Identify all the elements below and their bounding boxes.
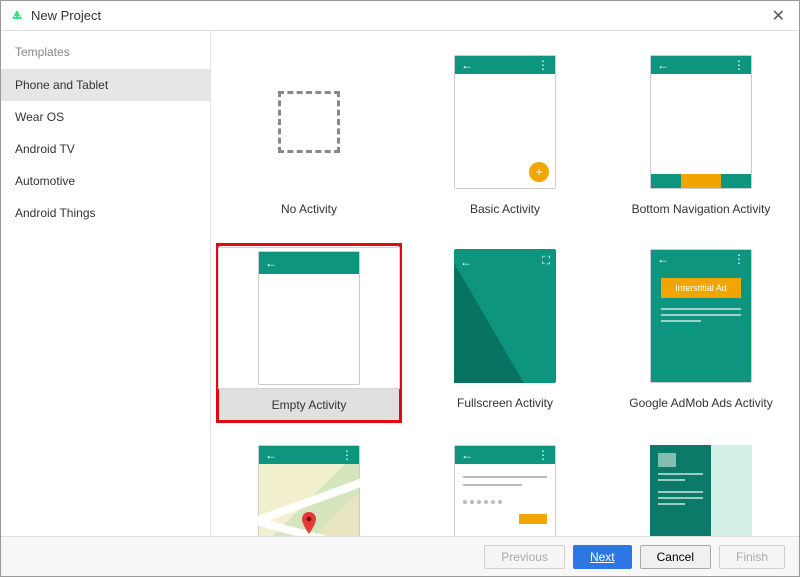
sidebar-item-label: Android TV [15,142,75,156]
template-admob[interactable]: ← ⋮ Interstitial Ad Google AdMob Ads Act… [610,245,792,421]
appbar: ← ⋮ [259,446,359,464]
interstitial-ad-badge: Interstitial Ad [661,278,741,298]
template-gallery: No Activity ← ⋮ + [211,31,799,536]
footer: Previous Next Cancel Finish [1,536,799,576]
template-basic-activity[interactable]: ← ⋮ + Basic Activity [414,51,596,225]
sidebar-item-automotive[interactable]: Automotive [1,165,210,197]
sidebar-item-phone-tablet[interactable]: Phone and Tablet [1,69,210,101]
sidebar-item-label: Automotive [15,174,75,188]
template-no-activity[interactable]: No Activity [218,51,400,225]
expand-icon: ⛶ [542,255,550,268]
sidebar: Templates Phone and Tablet Wear OS Andro… [1,31,211,536]
sidebar-item-label: Android Things [15,206,96,220]
template-preview: ← ⛶ [414,245,596,387]
template-fullscreen[interactable]: ← ⛶ Fullscreen Activity [414,245,596,421]
template-preview: ← ⋮ [610,51,792,193]
finish-button[interactable]: Finish [719,545,785,569]
map-pin-icon [301,512,317,536]
template-preview: ← ⋮ Interstitial Ad [610,245,792,387]
titlebar: New Project ✕ [1,1,799,31]
more-icon: ⋮ [537,449,549,461]
sidebar-item-wear-os[interactable]: Wear OS [1,101,210,133]
android-logo-icon [9,8,25,23]
back-arrow-icon: ← [461,448,473,462]
template-nav-drawer[interactable]: Navigation Drawer Activity [610,441,792,536]
sidebar-item-android-tv[interactable]: Android TV [1,133,210,165]
appbar: ← ⋮ [455,446,555,464]
template-google-maps[interactable]: ← ⋮ Google Maps Ac [218,441,400,536]
template-bottom-nav[interactable]: ← ⋮ Bottom Navigation Activity [610,51,792,225]
sidebar-heading: Templates [1,45,210,69]
cancel-button[interactable]: Cancel [640,545,711,569]
fab-icon: + [529,162,549,182]
template-preview: ← ⋮ [218,441,400,536]
next-button-label: Next [590,550,615,564]
template-label: Fullscreen Activity [414,387,596,419]
appbar: ← ⋮ [651,250,751,268]
dashed-square-icon [278,91,340,153]
sidebar-item-label: Wear OS [15,110,64,124]
template-preview: ← ⋮ [414,441,596,536]
back-arrow-icon: ← [657,58,669,72]
template-label: Google AdMob Ads Activity [610,387,792,419]
back-arrow-icon: ← [461,58,473,72]
close-icon[interactable]: ✕ [766,4,791,28]
template-preview: ← ⋮ + [414,51,596,193]
back-arrow-icon: ← [460,255,472,269]
template-preview [610,441,792,536]
new-project-dialog: New Project ✕ Templates Phone and Tablet… [0,0,800,577]
back-arrow-icon: ← [657,252,669,266]
appbar: ← ⋮ [455,56,555,74]
more-icon: ⋮ [341,449,353,461]
content: Templates Phone and Tablet Wear OS Andro… [1,31,799,536]
next-button[interactable]: Next [573,545,632,569]
sidebar-item-android-things[interactable]: Android Things [1,197,210,229]
back-arrow-icon: ← [265,256,277,270]
template-preview [218,51,400,193]
back-arrow-icon: ← [265,448,277,462]
template-label: Empty Activity [218,389,400,421]
more-icon: ⋮ [537,59,549,71]
appbar: ← [259,252,359,274]
login-button-icon [519,514,547,524]
template-login[interactable]: ← ⋮ Login Activity [414,441,596,536]
window-title: New Project [31,8,101,23]
sidebar-item-label: Phone and Tablet [15,78,108,92]
template-preview: ← [218,247,400,389]
bottom-nav [651,174,751,188]
more-icon: ⋮ [733,253,745,265]
more-icon: ⋮ [733,59,745,71]
appbar: ← ⋮ [651,56,751,74]
template-label: Bottom Navigation Activity [610,193,792,225]
template-label: No Activity [218,193,400,225]
previous-button[interactable]: Previous [484,545,565,569]
template-empty-activity[interactable]: ← Empty Activity [218,245,400,421]
template-label: Basic Activity [414,193,596,225]
